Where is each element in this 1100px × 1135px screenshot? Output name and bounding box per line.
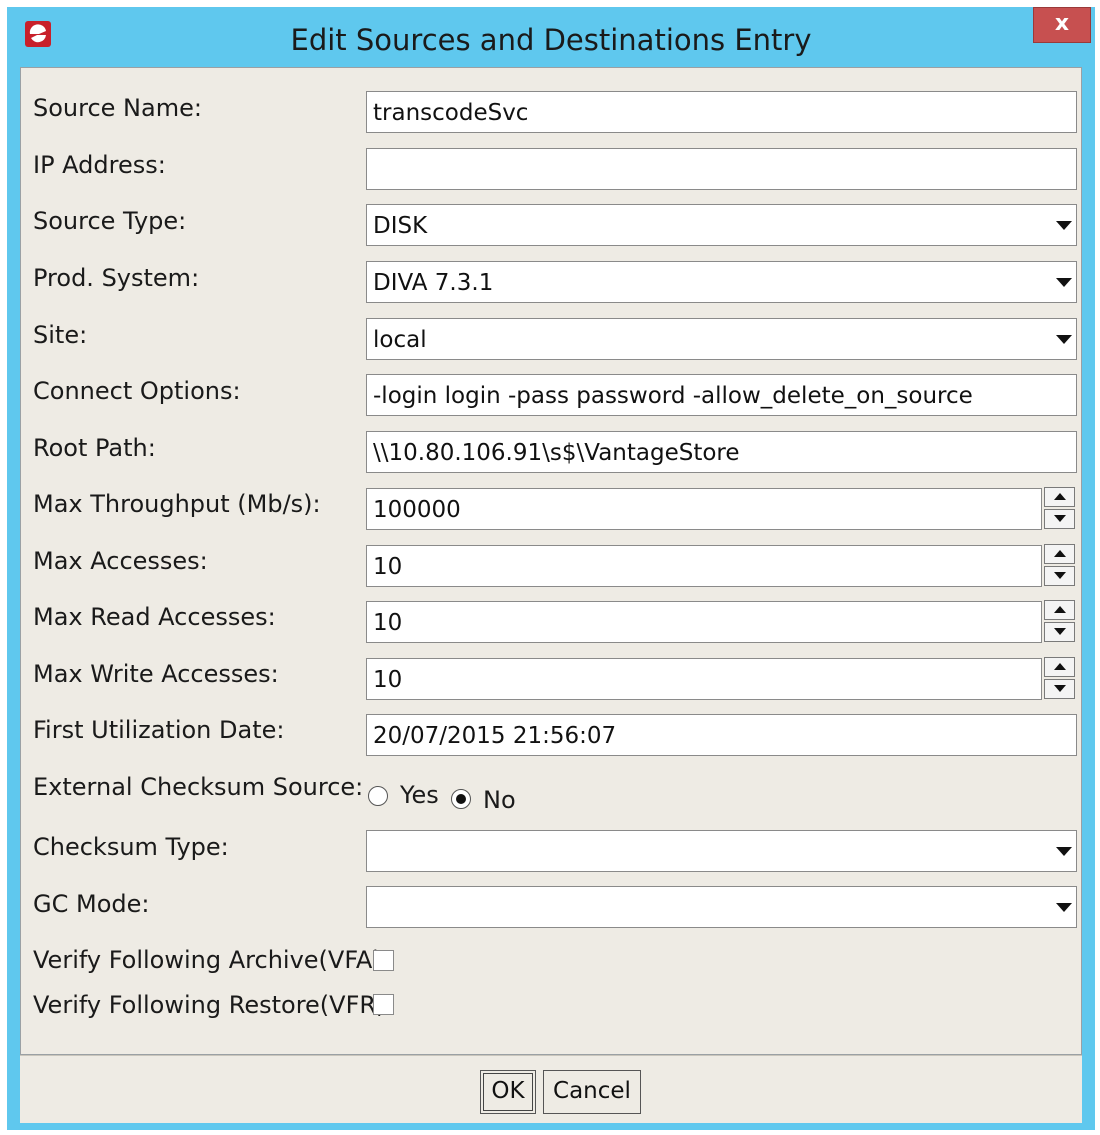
spin-down-button[interactable] xyxy=(1044,566,1075,586)
site-select[interactable]: local xyxy=(366,318,1077,360)
max-accesses-label: Max Accesses: xyxy=(33,547,208,575)
checksum-yes-label: Yes xyxy=(400,781,439,809)
chevron-down-icon[interactable] xyxy=(1056,278,1072,287)
vfa-checkbox[interactable] xyxy=(373,950,394,971)
max-accesses-spinner xyxy=(1044,544,1077,588)
chevron-down-icon[interactable] xyxy=(1056,335,1072,344)
dialog-title: Edit Sources and Destinations Entry xyxy=(290,23,812,57)
max-throughput-spinner xyxy=(1044,487,1077,531)
site-label: Site: xyxy=(33,321,88,349)
spin-up-button[interactable] xyxy=(1044,600,1075,620)
source-name-input[interactable]: transcodeSvc xyxy=(366,91,1077,133)
root-path-label: Root Path: xyxy=(33,434,156,462)
checksum-type-select[interactable] xyxy=(366,830,1077,872)
vfa-label: Verify Following Archive(VFA): xyxy=(33,946,390,974)
prod-system-value: DIVA 7.3.1 xyxy=(373,270,494,296)
arrow-down-icon xyxy=(1054,685,1066,692)
max-read-accesses-label: Max Read Accesses: xyxy=(33,603,276,631)
chevron-down-icon[interactable] xyxy=(1056,847,1072,856)
ip-address-input[interactable] xyxy=(366,148,1077,190)
spin-up-button[interactable] xyxy=(1044,657,1075,677)
connect-options-input[interactable]: -login login -pass password -allow_delet… xyxy=(366,374,1077,416)
max-accesses-input[interactable]: 10 xyxy=(366,545,1042,587)
max-write-accesses-spinner xyxy=(1044,657,1077,701)
arrow-down-icon xyxy=(1054,572,1066,579)
max-write-accesses-label: Max Write Accesses: xyxy=(33,660,279,688)
max-read-accesses-spinner xyxy=(1044,600,1077,644)
chevron-down-icon[interactable] xyxy=(1056,221,1072,230)
arrow-up-icon xyxy=(1054,493,1066,500)
form-panel: Source Name: transcodeSvc IP Address: So… xyxy=(20,67,1082,1055)
arrow-up-icon xyxy=(1054,550,1066,557)
spin-up-button[interactable] xyxy=(1044,487,1075,507)
checksum-yes-radio[interactable] xyxy=(368,786,388,806)
first-utilization-date-input[interactable]: 20/07/2015 21:56:07 xyxy=(366,714,1077,756)
vfr-label: Verify Following Restore(VFR): xyxy=(33,991,394,1019)
ok-button[interactable]: OK xyxy=(480,1070,536,1114)
checksum-no-label: No xyxy=(483,786,516,814)
arrow-down-icon xyxy=(1054,628,1066,635)
spin-down-button[interactable] xyxy=(1044,679,1075,699)
max-write-accesses-input[interactable]: 10 xyxy=(366,658,1042,700)
arrow-up-icon xyxy=(1054,606,1066,613)
spin-down-button[interactable] xyxy=(1044,622,1075,642)
arrow-down-icon xyxy=(1054,515,1066,522)
prod-system-label: Prod. System: xyxy=(33,264,200,292)
source-type-select[interactable]: DISK xyxy=(366,204,1077,246)
gc-mode-select[interactable] xyxy=(366,886,1077,928)
spin-up-button[interactable] xyxy=(1044,544,1075,564)
dialog-window: Edit Sources and Destinations Entry x So… xyxy=(7,7,1095,1130)
ip-address-label: IP Address: xyxy=(33,151,166,179)
max-throughput-input[interactable]: 100000 xyxy=(366,488,1042,530)
gc-mode-label: GC Mode: xyxy=(33,890,150,918)
prod-system-select[interactable]: DIVA 7.3.1 xyxy=(366,261,1077,303)
cancel-button[interactable]: Cancel xyxy=(543,1070,641,1114)
source-type-label: Source Type: xyxy=(33,207,187,235)
close-button[interactable]: x xyxy=(1033,7,1091,43)
external-checksum-source-label: External Checksum Source: xyxy=(33,773,364,801)
site-value: local xyxy=(373,327,427,353)
title-bar[interactable]: Edit Sources and Destinations Entry x xyxy=(7,7,1095,69)
chevron-down-icon[interactable] xyxy=(1056,903,1072,912)
connect-options-label: Connect Options: xyxy=(33,377,241,405)
checksum-no-radio[interactable] xyxy=(451,789,471,809)
max-read-accesses-input[interactable]: 10 xyxy=(366,601,1042,643)
first-utilization-date-label: First Utilization Date: xyxy=(33,716,285,744)
source-name-label: Source Name: xyxy=(33,94,202,122)
root-path-input[interactable]: \\10.80.106.91\s$\VantageStore xyxy=(366,431,1077,473)
spin-down-button[interactable] xyxy=(1044,509,1075,529)
max-throughput-label: Max Throughput (Mb/s): xyxy=(33,490,321,518)
checksum-type-label: Checksum Type: xyxy=(33,833,229,861)
arrow-up-icon xyxy=(1054,663,1066,670)
vfr-checkbox[interactable] xyxy=(373,994,394,1015)
button-bar: OK Cancel xyxy=(20,1055,1082,1123)
source-type-value: DISK xyxy=(373,213,428,239)
